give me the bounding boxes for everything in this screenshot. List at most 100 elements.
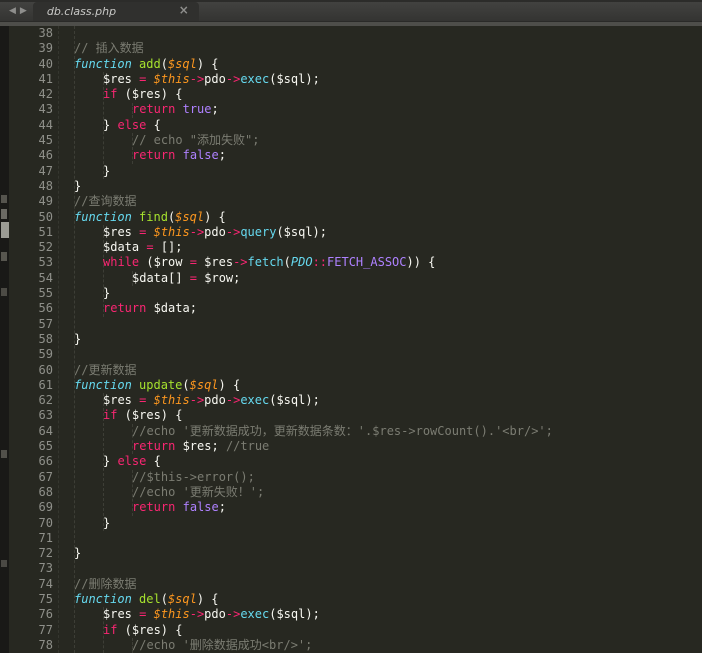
line-number: 75 bbox=[9, 592, 53, 607]
tab-bar: ◀ ▶ db.class.php × bbox=[0, 0, 702, 21]
code-text: $data = []; bbox=[45, 240, 183, 255]
line-number: 48 bbox=[9, 179, 53, 194]
code-text: //echo '更新数据成功，更新数据条数：'.$res->rowCount()… bbox=[45, 424, 553, 439]
line-number: 74 bbox=[9, 577, 53, 592]
code-line[interactable]: 78//echo '删除数据成功<br/>'; bbox=[0, 638, 702, 653]
tab-nav-arrows: ◀ ▶ bbox=[0, 2, 33, 21]
code-line[interactable]: 46return false; bbox=[0, 148, 702, 163]
line-number: 38 bbox=[9, 26, 53, 41]
line-number: 55 bbox=[9, 286, 53, 301]
code-line[interactable]: 75function del($sql) { bbox=[0, 592, 702, 607]
code-line[interactable]: 49//查询数据 bbox=[0, 194, 702, 209]
code-text: return $res; //true bbox=[45, 439, 269, 454]
line-number: 56 bbox=[9, 301, 53, 316]
line-number: 65 bbox=[9, 439, 53, 454]
line-number: 68 bbox=[9, 485, 53, 500]
line-number: 44 bbox=[9, 118, 53, 133]
code-line[interactable]: 68//echo '更新失败！'; bbox=[0, 485, 702, 500]
line-number: 39 bbox=[9, 41, 53, 56]
line-number: 43 bbox=[9, 102, 53, 117]
code-line[interactable]: 69return false; bbox=[0, 500, 702, 515]
line-number: 63 bbox=[9, 408, 53, 423]
line-number: 60 bbox=[9, 363, 53, 378]
line-number: 41 bbox=[9, 72, 53, 87]
code-line[interactable]: 50function find($sql) { bbox=[0, 210, 702, 225]
code-line[interactable]: 52$data = []; bbox=[0, 240, 702, 255]
code-line[interactable]: 73 bbox=[0, 561, 702, 576]
code-line[interactable]: 58} bbox=[0, 332, 702, 347]
code-text: return true; bbox=[45, 102, 219, 117]
tab-close-icon[interactable]: × bbox=[179, 3, 189, 17]
code-text: //更新数据 bbox=[45, 363, 136, 378]
code-text: $res = $this->pdo->exec($sql); bbox=[45, 72, 320, 87]
code-text: } else { bbox=[45, 118, 161, 133]
code-line[interactable]: 55} bbox=[0, 286, 702, 301]
code-text: if ($res) { bbox=[45, 623, 182, 638]
code-text: } bbox=[45, 516, 110, 531]
code-line[interactable]: 67//$this->error(); bbox=[0, 470, 702, 485]
code-line[interactable]: 66} else { bbox=[0, 454, 702, 469]
code-text: function del($sql) { bbox=[45, 592, 219, 607]
code-editor[interactable]: 3839// 插入数据40function add($sql) {41$res … bbox=[0, 26, 702, 653]
code-line[interactable]: 64//echo '更新数据成功，更新数据条数：'.$res->rowCount… bbox=[0, 424, 702, 439]
code-text: //$this->error(); bbox=[45, 470, 255, 485]
code-line[interactable]: 40function add($sql) { bbox=[0, 57, 702, 72]
tab-db-class-php[interactable]: db.class.php × bbox=[33, 2, 199, 21]
code-line[interactable]: 41$res = $this->pdo->exec($sql); bbox=[0, 72, 702, 87]
line-number: 67 bbox=[9, 470, 53, 485]
code-line[interactable]: 76$res = $this->pdo->exec($sql); bbox=[0, 607, 702, 622]
code-line[interactable]: 74//删除数据 bbox=[0, 577, 702, 592]
code-text: $data[] = $row; bbox=[45, 271, 240, 286]
line-number: 42 bbox=[9, 87, 53, 102]
line-number: 71 bbox=[9, 531, 53, 546]
line-number: 77 bbox=[9, 623, 53, 638]
code-line[interactable]: 53while ($row = $res->fetch(PDO::FETCH_A… bbox=[0, 255, 702, 270]
line-number: 53 bbox=[9, 255, 53, 270]
code-text: //echo '删除数据成功<br/>'; bbox=[45, 638, 312, 653]
code-text: } bbox=[45, 286, 110, 301]
code-line[interactable]: 60//更新数据 bbox=[0, 363, 702, 378]
code-line[interactable]: 57 bbox=[0, 317, 702, 332]
code-line[interactable]: 39// 插入数据 bbox=[0, 41, 702, 56]
code-line[interactable]: 70} bbox=[0, 516, 702, 531]
code-line[interactable]: 48} bbox=[0, 179, 702, 194]
tab-nav-right-icon[interactable]: ▶ bbox=[20, 2, 27, 21]
code-text: // echo "添加失败"; bbox=[45, 133, 259, 148]
code-line[interactable]: 56return $data; bbox=[0, 301, 702, 316]
code-line[interactable]: 77if ($res) { bbox=[0, 623, 702, 638]
code-text: //删除数据 bbox=[45, 577, 136, 592]
code-line[interactable]: 61function update($sql) { bbox=[0, 378, 702, 393]
code-line[interactable]: 63if ($res) { bbox=[0, 408, 702, 423]
line-number: 40 bbox=[9, 57, 53, 72]
code-line[interactable]: 44} else { bbox=[0, 118, 702, 133]
line-number: 62 bbox=[9, 393, 53, 408]
line-number: 69 bbox=[9, 500, 53, 515]
code-text: if ($res) { bbox=[45, 87, 182, 102]
line-number: 66 bbox=[9, 454, 53, 469]
code-line[interactable]: 42if ($res) { bbox=[0, 87, 702, 102]
line-number: 46 bbox=[9, 148, 53, 163]
line-number: 61 bbox=[9, 378, 53, 393]
code-line[interactable]: 43return true; bbox=[0, 102, 702, 117]
code-line[interactable]: 51$res = $this->pdo->query($sql); bbox=[0, 225, 702, 240]
code-line[interactable]: 72} bbox=[0, 546, 702, 561]
code-line[interactable]: 47} bbox=[0, 164, 702, 179]
code-text: } bbox=[45, 164, 110, 179]
line-number: 52 bbox=[9, 240, 53, 255]
line-number: 59 bbox=[9, 347, 53, 362]
code-line[interactable]: 45// echo "添加失败"; bbox=[0, 133, 702, 148]
line-number: 58 bbox=[9, 332, 53, 347]
code-text: function update($sql) { bbox=[45, 378, 240, 393]
code-line[interactable]: 65return $res; //true bbox=[0, 439, 702, 454]
code-line[interactable]: 59 bbox=[0, 347, 702, 362]
tab-nav-left-icon[interactable]: ◀ bbox=[9, 2, 16, 21]
line-number: 54 bbox=[9, 271, 53, 286]
code-text: $res = $this->pdo->exec($sql); bbox=[45, 607, 320, 622]
code-line[interactable]: 54$data[] = $row; bbox=[0, 271, 702, 286]
code-line[interactable]: 71 bbox=[0, 531, 702, 546]
code-line[interactable]: 62$res = $this->pdo->exec($sql); bbox=[0, 393, 702, 408]
code-text: //echo '更新失败！'; bbox=[45, 485, 264, 500]
line-number: 50 bbox=[9, 210, 53, 225]
code-line[interactable]: 38 bbox=[0, 26, 702, 41]
line-number: 72 bbox=[9, 546, 53, 561]
